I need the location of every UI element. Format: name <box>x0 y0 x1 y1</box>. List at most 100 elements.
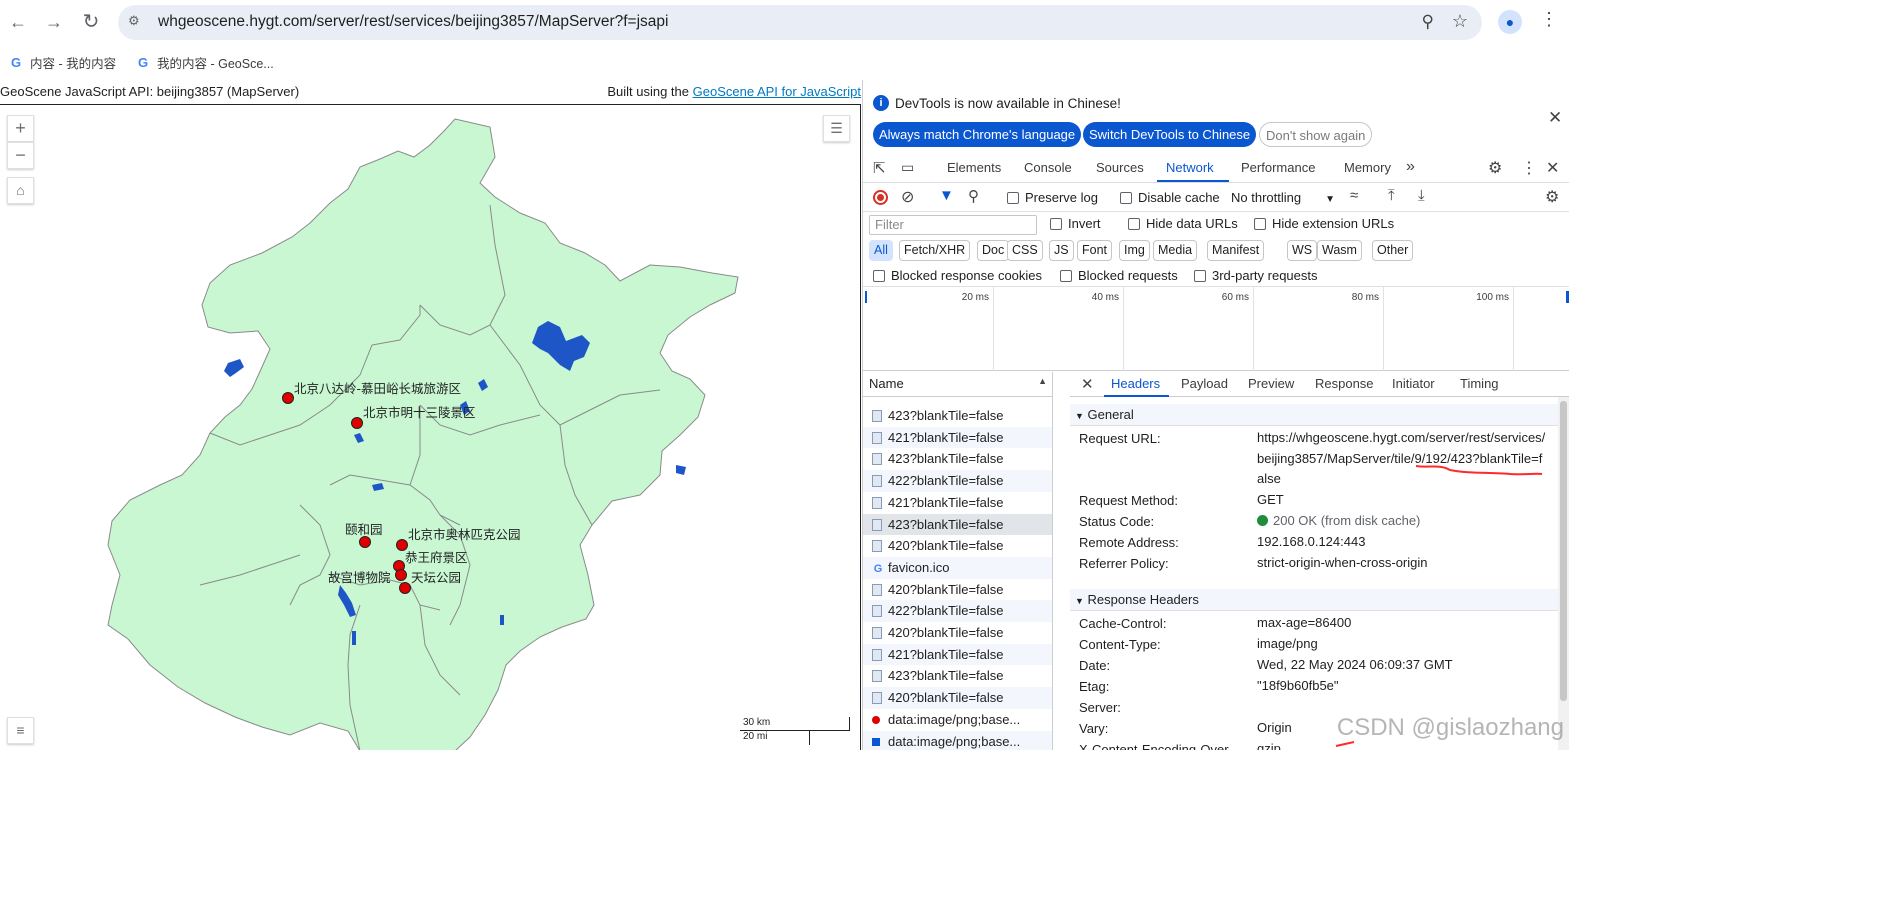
general-section-header[interactable]: ▼ General <box>1070 404 1558 426</box>
request-row[interactable]: 421?blankTile=false <box>863 426 1052 449</box>
profile-avatar-icon[interactable]: ● <box>1498 10 1522 34</box>
geoscene-api-link[interactable]: GeoScene API for JavaScript <box>693 84 861 99</box>
type-filter-chip[interactable]: Other <box>1372 240 1414 261</box>
request-row[interactable]: 420?blankTile=false <box>863 535 1052 557</box>
invert-checkbox[interactable]: Invert <box>1050 216 1101 231</box>
response-headers-section[interactable]: ▼ Response Headers <box>1070 589 1558 611</box>
reload-icon[interactable]: ↻ <box>79 10 103 34</box>
request-row[interactable]: data:image/png;base... <box>863 730 1052 750</box>
request-row[interactable]: 423?blankTile=false <box>863 665 1052 688</box>
request-row[interactable]: data:image/png;base... <box>863 708 1052 731</box>
menu-kebab-icon[interactable]: ⋮ <box>1540 9 1558 30</box>
tab-network[interactable]: Network <box>1166 160 1214 175</box>
export-har-icon[interactable]: ⤓ <box>1418 187 1425 204</box>
tab-payload[interactable]: Payload <box>1181 376 1228 391</box>
request-row[interactable]: 423?blankTile=false <box>863 448 1052 471</box>
blocked-cookies-checkbox[interactable]: Blocked response cookies <box>873 268 1042 283</box>
clear-icon[interactable]: ⊘ <box>901 187 914 207</box>
inspect-element-icon[interactable]: ⇱ <box>873 159 886 177</box>
more-tabs-icon[interactable]: » <box>1406 158 1415 176</box>
tab-headers[interactable]: Headers <box>1111 376 1160 391</box>
import-har-icon[interactable]: ⤒ <box>1388 187 1395 204</box>
bookmark-item[interactable]: G 内容 - 我的内容 <box>8 53 116 72</box>
dont-show-button[interactable]: Don't show again <box>1259 122 1373 147</box>
filter-funnel-icon[interactable]: ▼ <box>939 187 954 204</box>
throttling-select[interactable]: No throttling ▼ <box>1231 190 1335 205</box>
request-row[interactable]: 420?blankTile=false <box>863 578 1052 601</box>
record-icon[interactable] <box>873 190 888 205</box>
close-infobar-icon[interactable]: ✕ <box>1548 108 1562 128</box>
scrollbar-thumb[interactable] <box>1560 401 1567 701</box>
request-row[interactable]: 421?blankTile=false <box>863 491 1052 514</box>
filter-input[interactable]: Filter <box>869 215 1037 235</box>
tab-performance[interactable]: Performance <box>1241 160 1315 175</box>
zoom-search-icon[interactable]: ⚲ <box>1422 12 1434 32</box>
tab-preview[interactable]: Preview <box>1248 376 1294 391</box>
tab-elements[interactable]: Elements <box>947 160 1001 175</box>
close-details-icon[interactable]: ✕ <box>1081 375 1094 393</box>
type-filter-chip[interactable]: WS <box>1287 240 1318 261</box>
request-row[interactable]: Gfavicon.ico <box>863 556 1052 579</box>
request-row[interactable]: 423?blankTile=false <box>863 405 1052 427</box>
devtools-menu-icon[interactable]: ⋮ <box>1521 158 1537 178</box>
type-filter-chip[interactable]: Wasm <box>1317 240 1362 261</box>
forward-icon[interactable]: → <box>42 10 66 34</box>
type-filter-chip[interactable]: Doc <box>977 240 1010 261</box>
address-bar[interactable]: ⚙ whgeoscene.hygt.com/server/rest/servic… <box>118 5 1482 40</box>
url-text[interactable]: whgeoscene.hygt.com/server/rest/services… <box>158 13 668 31</box>
bookmark-item[interactable]: G 我的内容 - GeoSce... <box>135 53 274 72</box>
home-icon[interactable]: ⌂ <box>7 177 34 204</box>
request-row[interactable]: 420?blankTile=false <box>863 687 1052 709</box>
disable-cache-checkbox[interactable]: Disable cache <box>1120 190 1220 205</box>
place-marker[interactable] <box>399 582 411 594</box>
type-filter-chip[interactable]: Media <box>1153 240 1198 261</box>
switch-chinese-button[interactable]: Switch DevTools to Chinese <box>1083 122 1257 147</box>
request-row[interactable]: 422?blankTile=false <box>863 470 1052 492</box>
hide-ext-urls-checkbox[interactable]: Hide extension URLs <box>1254 216 1394 231</box>
request-row[interactable]: 423?blankTile=false <box>863 513 1052 536</box>
request-row[interactable]: 421?blankTile=false <box>863 643 1052 666</box>
details-scrollbar[interactable] <box>1558 397 1569 750</box>
zoom-in-button[interactable]: + <box>7 115 34 142</box>
place-marker[interactable] <box>351 417 363 429</box>
match-language-button[interactable]: Always match Chrome's language <box>873 122 1082 147</box>
name-column-header[interactable]: Name ▲ <box>863 372 1052 397</box>
sort-up-icon[interactable]: ▲ <box>1038 376 1047 386</box>
network-timeline[interactable]: 20 ms 40 ms 60 ms 80 ms 100 ms <box>863 287 1569 371</box>
close-devtools-icon[interactable]: ✕ <box>1546 158 1559 178</box>
tab-sources[interactable]: Sources <box>1096 160 1144 175</box>
place-marker[interactable] <box>395 569 407 581</box>
tab-console[interactable]: Console <box>1024 160 1072 175</box>
type-filter-chip[interactable]: Font <box>1077 240 1113 261</box>
blocked-requests-checkbox[interactable]: Blocked requests <box>1060 268 1178 283</box>
bookmark-star-icon[interactable]: ☆ <box>1452 11 1468 32</box>
place-marker[interactable] <box>396 539 408 551</box>
preserve-log-checkbox[interactable]: Preserve log <box>1007 190 1098 205</box>
tab-timing[interactable]: Timing <box>1460 376 1499 391</box>
back-icon[interactable]: ← <box>6 10 30 34</box>
network-conditions-icon[interactable]: ≈ <box>1350 187 1358 204</box>
type-filter-chip[interactable]: Img <box>1119 240 1150 261</box>
site-info-icon[interactable]: ⚙ <box>128 13 146 31</box>
type-filter-chip[interactable]: All <box>869 240 893 261</box>
type-filter-chip[interactable]: JS <box>1049 240 1074 261</box>
type-filter-chip[interactable]: Fetch/XHR <box>899 240 971 261</box>
network-settings-icon[interactable]: ⚙ <box>1545 187 1559 207</box>
third-party-checkbox[interactable]: 3rd-party requests <box>1194 268 1318 283</box>
settings-gear-icon[interactable]: ⚙ <box>1488 158 1502 178</box>
legend-menu-icon[interactable]: ≡ <box>7 717 34 744</box>
tab-response[interactable]: Response <box>1315 376 1374 391</box>
layer-list-icon[interactable]: ☰ <box>823 115 850 142</box>
tab-memory[interactable]: Memory <box>1344 160 1391 175</box>
search-icon[interactable]: ⚲ <box>968 187 979 205</box>
tab-initiator[interactable]: Initiator <box>1392 376 1435 391</box>
hide-data-urls-checkbox[interactable]: Hide data URLs <box>1128 216 1238 231</box>
type-filter-chip[interactable]: CSS <box>1007 240 1043 261</box>
device-toggle-icon[interactable]: ▭ <box>901 159 914 176</box>
place-marker[interactable] <box>282 392 294 404</box>
map-view[interactable]: 北京八达岭-慕田峪长城旅游区 北京市明十三陵景区 颐和园 北京市奥林匹克公园 恭王府景区… <box>0 104 861 750</box>
request-row[interactable]: 422?blankTile=false <box>863 600 1052 622</box>
zoom-out-button[interactable]: − <box>7 142 34 169</box>
request-row[interactable]: 420?blankTile=false <box>863 622 1052 644</box>
place-marker[interactable] <box>359 536 371 548</box>
